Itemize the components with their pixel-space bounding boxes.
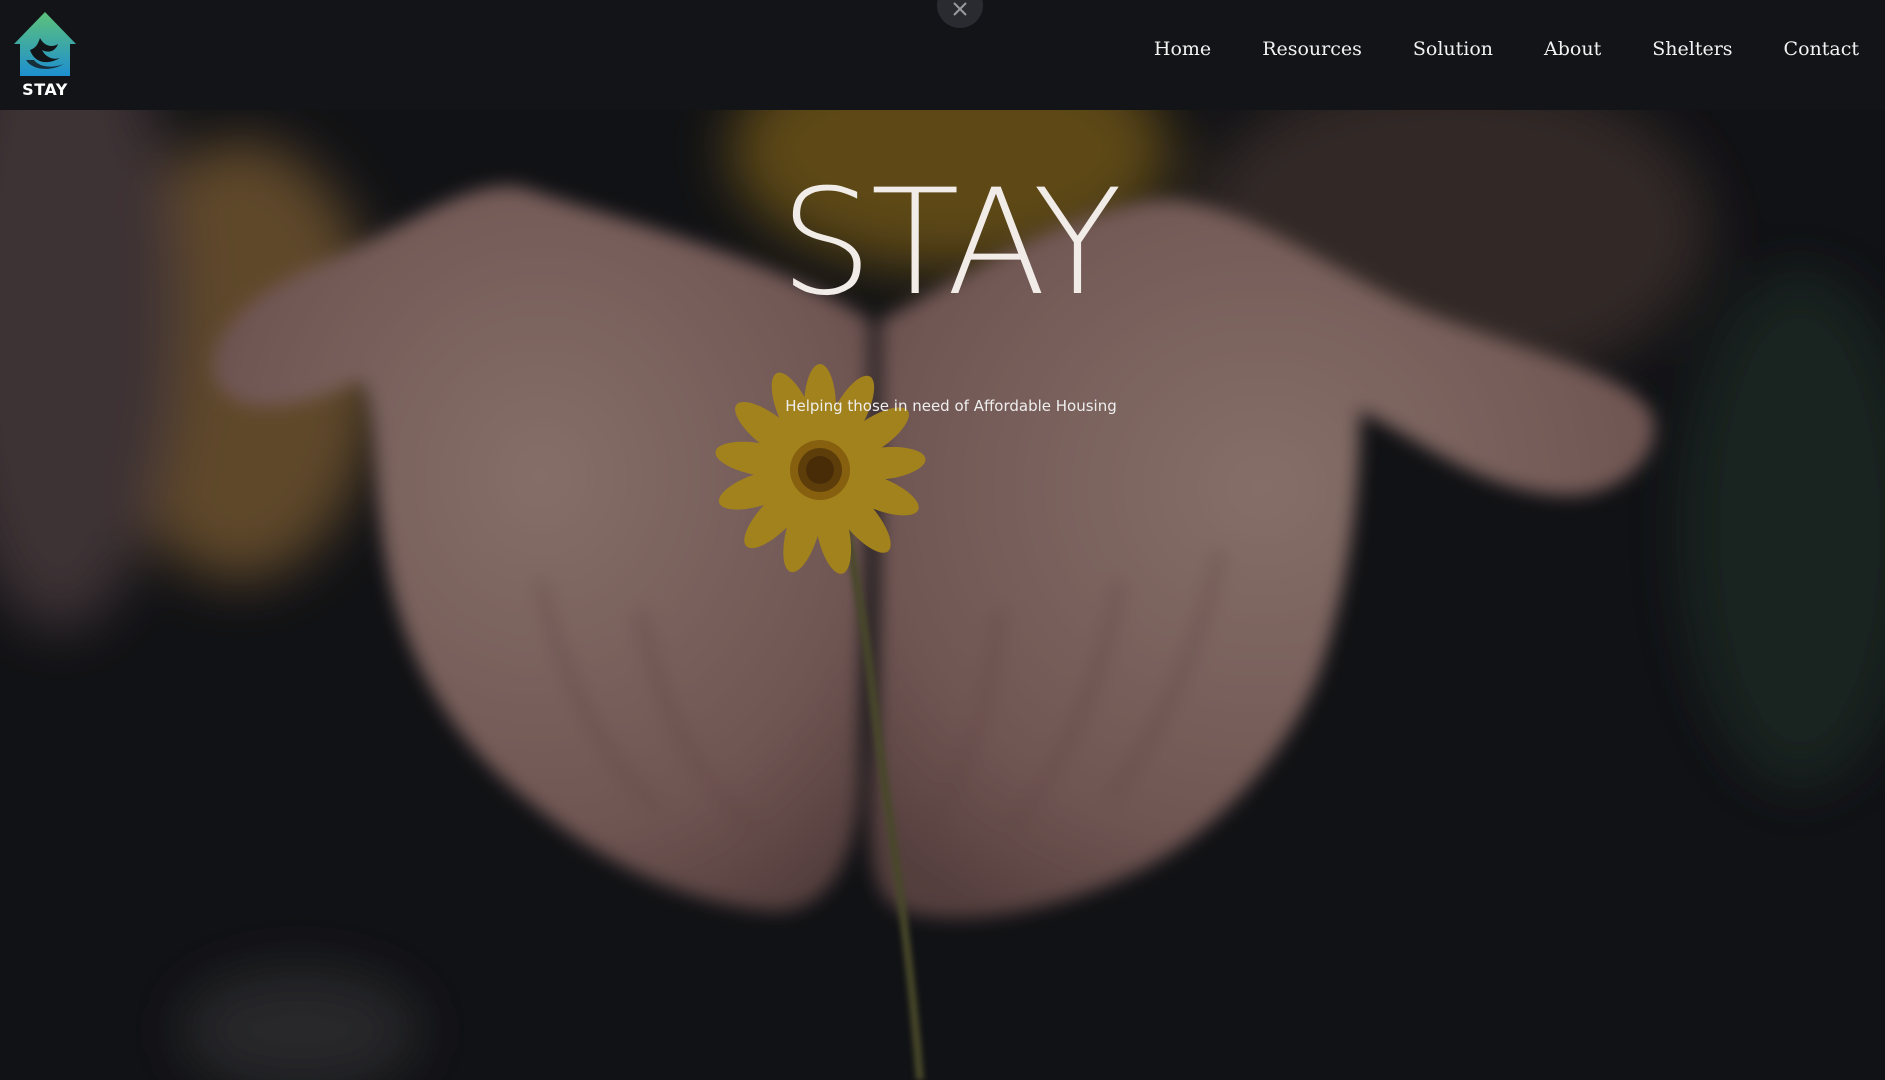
hero-section: STAY Helping those in need of Affordable… xyxy=(0,110,1885,1080)
nav-solution[interactable]: Solution xyxy=(1413,38,1493,60)
logo-text: STAY xyxy=(22,80,68,99)
nav-contact[interactable]: Contact xyxy=(1784,38,1859,60)
main-nav: Home Resources Solution About Shelters C… xyxy=(1103,38,1859,60)
brand-logo[interactable]: STAY xyxy=(10,10,80,102)
nav-resources[interactable]: Resources xyxy=(1262,38,1362,60)
nav-about[interactable]: About xyxy=(1544,38,1601,60)
nav-home[interactable]: Home xyxy=(1154,38,1211,60)
house-bird-icon xyxy=(14,12,76,76)
nav-shelters[interactable]: Shelters xyxy=(1652,38,1732,60)
hero-subtitle: Helping those in need of Affordable Hous… xyxy=(785,397,1117,415)
close-icon xyxy=(953,2,967,16)
hero-title: STAY xyxy=(779,158,1122,328)
